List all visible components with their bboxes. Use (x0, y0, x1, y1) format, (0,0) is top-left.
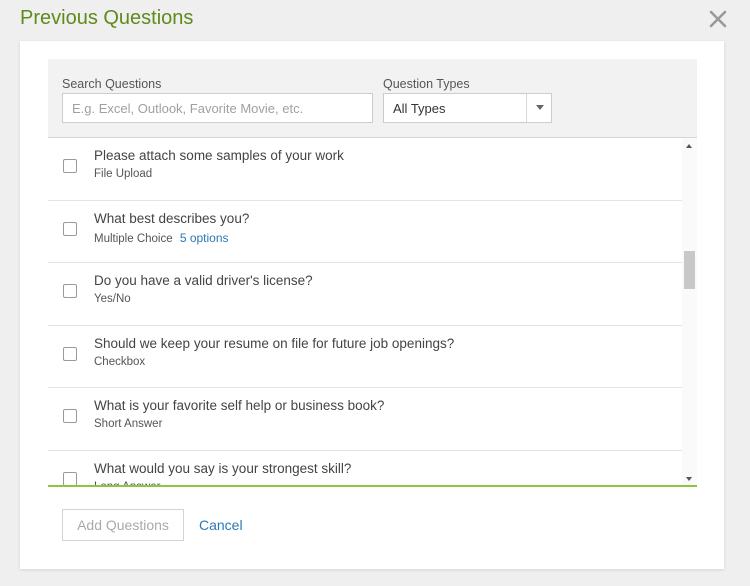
question-text: Should we keep your resume on file for f… (94, 335, 455, 351)
question-row: Should we keep your resume on file for f… (48, 326, 682, 388)
search-label: Search Questions (62, 77, 162, 91)
add-questions-button[interactable]: Add Questions (62, 509, 184, 541)
filter-bar: Search Questions Question Types All Type… (48, 59, 697, 137)
question-row: Please attach some samples of your work … (48, 138, 682, 201)
question-list[interactable]: Please attach some samples of your work … (48, 137, 697, 487)
question-type-value: All Types (393, 101, 446, 116)
question-type-name: Multiple Choice (94, 232, 173, 245)
page-title: Previous Questions (20, 7, 194, 29)
chevron-down-icon (536, 105, 544, 110)
question-checkbox[interactable] (63, 221, 77, 236)
question-row: What would you say is your strongest ski… (48, 451, 682, 487)
question-type-name: Checkbox (94, 355, 146, 368)
question-type: Short Answer (94, 418, 162, 430)
question-text: What is your favorite self help or busin… (94, 398, 385, 413)
dialog-card: Search Questions Question Types All Type… (20, 41, 724, 569)
question-checkbox[interactable] (63, 409, 77, 423)
question-type: Yes/No (94, 293, 131, 305)
question-type-name: Yes/No (94, 293, 131, 305)
question-text: What best describes you? (94, 210, 250, 226)
question-type-name: Short Answer (94, 418, 163, 430)
question-panel: Search Questions Question Types All Type… (48, 59, 697, 487)
cancel-button[interactable]: Cancel (199, 517, 243, 533)
question-checkbox[interactable] (63, 284, 77, 298)
question-text: Do you have a valid driver's license? (94, 273, 313, 288)
scroll-up-icon[interactable] (686, 144, 692, 148)
question-type-select[interactable]: All Types (383, 93, 552, 123)
options-link[interactable]: 5 options (180, 231, 229, 245)
scrollbar-thumb[interactable] (684, 251, 695, 289)
type-label: Question Types (383, 77, 470, 91)
question-checkbox[interactable] (63, 471, 77, 485)
question-row: What is your favorite self help or busin… (48, 388, 682, 451)
search-input[interactable] (62, 93, 373, 123)
question-type: File Upload (94, 168, 152, 180)
close-icon (709, 10, 727, 28)
question-text: Please attach some samples of your work (94, 148, 344, 163)
question-text: What would you say is your strongest ski… (94, 460, 352, 476)
question-checkbox[interactable] (63, 346, 77, 361)
scroll-down-icon[interactable] (686, 477, 692, 481)
question-type-name: File Upload (94, 168, 153, 180)
question-items: Please attach some samples of your work … (48, 138, 682, 487)
select-divider (526, 94, 527, 122)
question-row: Do you have a valid driver's license? Ye… (48, 263, 682, 326)
question-type: Checkbox (94, 356, 145, 368)
question-type: Long Answer (94, 480, 161, 487)
list-scrollbar[interactable] (682, 138, 697, 485)
question-type: Multiple Choice 5 options (94, 231, 229, 245)
question-checkbox[interactable] (63, 159, 77, 173)
question-type-name: Long Answer (94, 480, 161, 487)
close-button[interactable] (706, 7, 730, 31)
question-row: What best describes you? Multiple Choice… (48, 201, 682, 263)
